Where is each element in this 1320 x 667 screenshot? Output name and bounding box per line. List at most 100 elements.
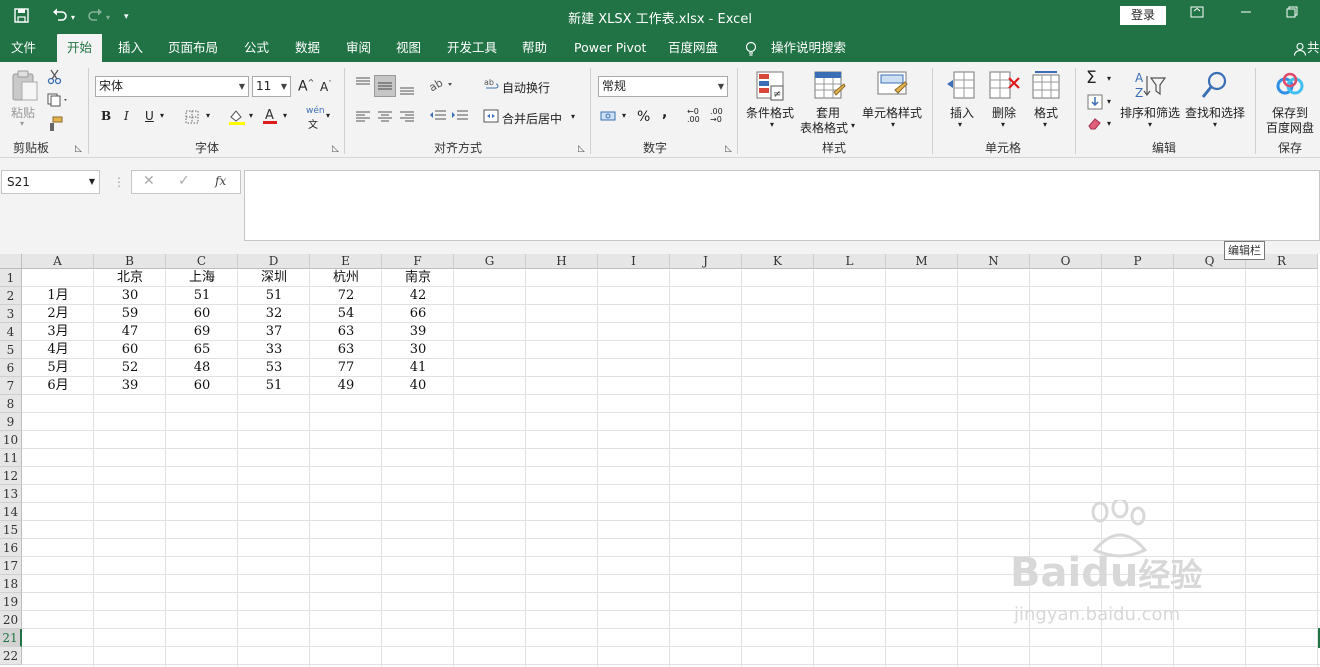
sort-filter-button[interactable]: 排序和筛选	[1120, 104, 1180, 121]
cell-d5[interactable]: 33	[238, 341, 310, 359]
wrap-text-icon[interactable]: ab	[484, 77, 500, 96]
find-select-button[interactable]: 查找和选择	[1185, 104, 1245, 121]
row-header-11[interactable]: 11	[0, 449, 22, 467]
align-center-icon[interactable]	[377, 110, 393, 127]
delete-cells-icon[interactable]	[989, 70, 1021, 103]
tab-home[interactable]: 开始	[57, 34, 103, 62]
cell-a6[interactable]: 5月	[22, 359, 94, 377]
row-header-7[interactable]: 7	[0, 377, 22, 395]
cell-f4[interactable]: 39	[382, 323, 454, 341]
column-header-a[interactable]: A	[22, 254, 94, 269]
name-box[interactable]: S21 ▼	[1, 170, 100, 194]
cell-b6[interactable]: 52	[94, 359, 166, 377]
cell-e6[interactable]: 77	[310, 359, 382, 377]
cell-styles-icon[interactable]	[877, 70, 909, 105]
font-size-select[interactable]: 11 ▼	[252, 76, 291, 97]
cell-a7[interactable]: 6月	[22, 377, 94, 395]
cell-d3[interactable]: 32	[238, 305, 310, 323]
cell-styles-button[interactable]: 单元格样式	[862, 104, 922, 121]
cell-b5[interactable]: 60	[94, 341, 166, 359]
clipboard-launcher-icon[interactable]: ◺	[75, 144, 82, 154]
tab-baidu-netdisk[interactable]: 百度网盘	[668, 34, 718, 62]
cell-e7[interactable]: 49	[310, 377, 382, 395]
formula-input[interactable]	[244, 170, 1320, 241]
row-header-1[interactable]: 1	[0, 269, 22, 287]
cell-d4[interactable]: 37	[238, 323, 310, 341]
paste-dropdown-icon[interactable]: ▾	[20, 119, 24, 128]
format-cells-icon[interactable]	[1031, 70, 1061, 103]
insert-cells-icon[interactable]	[946, 70, 976, 103]
align-left-icon[interactable]	[355, 110, 371, 127]
bold-icon[interactable]: B	[101, 109, 111, 123]
baidu-netdisk-icon[interactable]	[1275, 72, 1305, 101]
row-header-21[interactable]: 21	[0, 629, 22, 647]
clear-dropdown-icon[interactable]: ▾	[1107, 119, 1111, 128]
format-cells-dropdown-icon[interactable]: ▾	[1043, 120, 1047, 129]
cell-d1[interactable]: 深圳	[238, 269, 310, 287]
align-middle-icon[interactable]	[374, 75, 396, 97]
borders-icon[interactable]	[185, 110, 199, 127]
tell-me-search[interactable]: 操作说明搜索	[771, 34, 846, 62]
cell-f1[interactable]: 南京	[382, 269, 454, 287]
format-as-table-label-2[interactable]: 表格格式	[800, 119, 848, 136]
merge-dropdown-icon[interactable]: ▾	[571, 112, 575, 121]
row-header-17[interactable]: 17	[0, 557, 22, 575]
fill-dropdown-icon[interactable]: ▾	[1107, 97, 1111, 106]
cell-e4[interactable]: 63	[310, 323, 382, 341]
cell-c4[interactable]: 69	[166, 323, 238, 341]
row-header-13[interactable]: 13	[0, 485, 22, 503]
cell-e3[interactable]: 54	[310, 305, 382, 323]
cell-b1[interactable]: 北京	[94, 269, 166, 287]
insert-cells-dropdown-icon[interactable]: ▾	[958, 120, 962, 129]
row-header-3[interactable]: 3	[0, 305, 22, 323]
format-cells-button[interactable]: 格式	[1034, 104, 1058, 121]
fill-color-icon[interactable]	[228, 108, 246, 129]
row-header-9[interactable]: 9	[0, 413, 22, 431]
row-header-4[interactable]: 4	[0, 323, 22, 341]
insert-function-button[interactable]: fx	[215, 174, 226, 188]
row-header-19[interactable]: 19	[0, 593, 22, 611]
ribbon-display-icon[interactable]	[1190, 6, 1204, 22]
minimize-icon[interactable]	[1240, 6, 1252, 22]
select-all-corner[interactable]	[0, 254, 22, 269]
underline-icon[interactable]: U	[145, 109, 154, 123]
accounting-dropdown-icon[interactable]: ▾	[622, 111, 626, 120]
row-header-14[interactable]: 14	[0, 503, 22, 521]
copy-icon[interactable]	[47, 93, 69, 110]
cell-c2[interactable]: 51	[166, 287, 238, 305]
cell-f6[interactable]: 41	[382, 359, 454, 377]
column-header-m[interactable]: M	[886, 254, 958, 269]
tab-file[interactable]: 文件	[11, 34, 36, 62]
cell-a4[interactable]: 3月	[22, 323, 94, 341]
increase-indent-icon[interactable]	[451, 109, 469, 126]
accounting-format-icon[interactable]	[600, 109, 620, 126]
clear-icon[interactable]	[1087, 116, 1103, 133]
cell-e2[interactable]: 72	[310, 287, 382, 305]
increase-font-icon[interactable]: A^	[298, 78, 314, 95]
save-to-netdisk-label-2[interactable]: 百度网盘	[1266, 119, 1314, 136]
cell-styles-dropdown-icon[interactable]: ▾	[891, 120, 895, 129]
tab-developer[interactable]: 开发工具	[447, 34, 497, 62]
format-as-table-icon[interactable]	[814, 70, 846, 105]
cell-f2[interactable]: 42	[382, 287, 454, 305]
font-launcher-icon[interactable]: ◺	[332, 144, 339, 154]
number-format-select[interactable]: 常规 ▼	[598, 76, 728, 97]
share-button[interactable]: 共	[1293, 34, 1320, 62]
align-right-icon[interactable]	[399, 110, 415, 127]
conditional-format-button[interactable]: 条件格式	[746, 104, 794, 121]
sort-filter-dropdown-icon[interactable]: ▾	[1148, 120, 1152, 129]
autosum-dropdown-icon[interactable]: ▾	[1107, 74, 1111, 83]
tab-data[interactable]: 数据	[295, 34, 320, 62]
cell-b7[interactable]: 39	[94, 377, 166, 395]
column-header-e[interactable]: E	[310, 254, 382, 269]
cell-f5[interactable]: 30	[382, 341, 454, 359]
cell-f3[interactable]: 66	[382, 305, 454, 323]
column-header-n[interactable]: N	[958, 254, 1030, 269]
decrease-indent-icon[interactable]	[429, 109, 447, 126]
cell-c7[interactable]: 60	[166, 377, 238, 395]
cell-c6[interactable]: 48	[166, 359, 238, 377]
vertical-dots-icon[interactable]: ⋮	[113, 175, 125, 189]
insert-cells-button[interactable]: 插入	[950, 104, 974, 121]
tab-help[interactable]: 帮助	[522, 34, 547, 62]
row-header-10[interactable]: 10	[0, 431, 22, 449]
